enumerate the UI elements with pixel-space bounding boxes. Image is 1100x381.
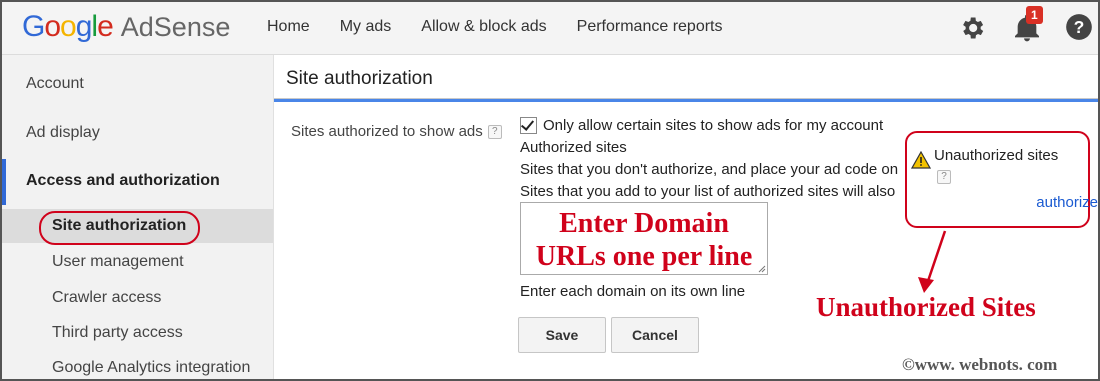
sidebar: Account Ad display Access and authorizat…	[2, 55, 274, 379]
nav-performance-reports[interactable]: Performance reports	[577, 18, 723, 36]
save-button[interactable]: Save	[518, 317, 606, 353]
help-icon[interactable]: ?	[937, 170, 951, 184]
logo-product-name: AdSense	[120, 12, 231, 42]
top-header: Google AdSense Home My ads Allow & block …	[2, 2, 1098, 55]
logo-letter: g	[75, 10, 93, 43]
adsense-logo[interactable]: Google AdSense	[22, 11, 230, 43]
resize-grip-icon[interactable]	[758, 265, 766, 273]
warning-icon	[911, 151, 931, 169]
checkbox-label: Only allow certain sites to show ads for…	[543, 117, 884, 134]
authorized-sites-heading: Authorized sites	[520, 139, 627, 156]
textarea-annotation: Enter Domain URLs one per line	[535, 208, 753, 272]
svg-text:?: ?	[1074, 17, 1085, 37]
page-header: Site authorization	[274, 55, 1098, 99]
sidebar-item-google-analytics[interactable]: Google Analytics integration	[52, 359, 250, 377]
nav-home[interactable]: Home	[267, 18, 310, 36]
sidebar-item-account[interactable]: Account	[26, 75, 84, 93]
sidebar-item-ad-display[interactable]: Ad display	[26, 124, 100, 142]
logo-letter: G	[22, 10, 45, 43]
gear-icon[interactable]	[958, 14, 986, 42]
help-icon[interactable]: ?	[487, 124, 502, 139]
help-icon[interactable]: ?	[1065, 13, 1093, 41]
only-allow-checkbox-row[interactable]: Only allow certain sites to show ads for…	[520, 117, 883, 134]
unauthorized-callout: Unauthorized Sites	[816, 292, 1036, 322]
main-nav: Home My ads Allow & block ads Performanc…	[267, 18, 723, 36]
sidebar-item-access-authorization[interactable]: Access and authorization	[2, 159, 273, 205]
authorize-link[interactable]: authorize	[1036, 194, 1098, 211]
annotation-circle	[39, 211, 200, 245]
textarea-hint: Enter each domain on its own line	[520, 283, 746, 300]
sidebar-item-label: Access and authorization	[26, 172, 220, 189]
info-text-1: Sites that you don't authorize, and plac…	[520, 161, 899, 178]
sidebar-item-crawler-access[interactable]: Crawler access	[52, 289, 161, 307]
header-divider	[274, 99, 1098, 102]
cancel-button[interactable]: Cancel	[611, 317, 699, 353]
unauthorized-title: Unauthorized sites	[934, 147, 1059, 164]
nav-my-ads[interactable]: My ads	[340, 18, 392, 36]
domains-textarea[interactable]: Enter Domain URLs one per line	[520, 202, 768, 275]
field-label-row: Sites authorized to show ads ?	[291, 123, 502, 140]
sidebar-item-third-party-access[interactable]: Third party access	[52, 324, 183, 342]
unauthorized-sites-panel: Unauthorized sites ? authorize	[905, 131, 1098, 228]
field-label: Sites authorized to show ads	[291, 123, 483, 140]
only-allow-checkbox[interactable]	[520, 117, 537, 134]
copyright-watermark: ©www. webnots. com	[902, 355, 1058, 374]
notification-badge[interactable]: 1	[1026, 6, 1043, 24]
logo-letter: o	[44, 10, 61, 43]
screenshot-frame: Google AdSense Home My ads Allow & block …	[0, 0, 1100, 381]
page-title: Site authorization	[286, 68, 433, 89]
logo-letter: o	[60, 10, 77, 43]
sidebar-item-user-management[interactable]: User management	[52, 253, 184, 271]
active-indicator	[2, 159, 6, 205]
info-text-2: Sites that you add to your list of autho…	[520, 183, 896, 200]
logo-letter: e	[97, 10, 114, 43]
annotation-arrow	[918, 230, 947, 293]
nav-allow-block-ads[interactable]: Allow & block ads	[421, 18, 546, 36]
